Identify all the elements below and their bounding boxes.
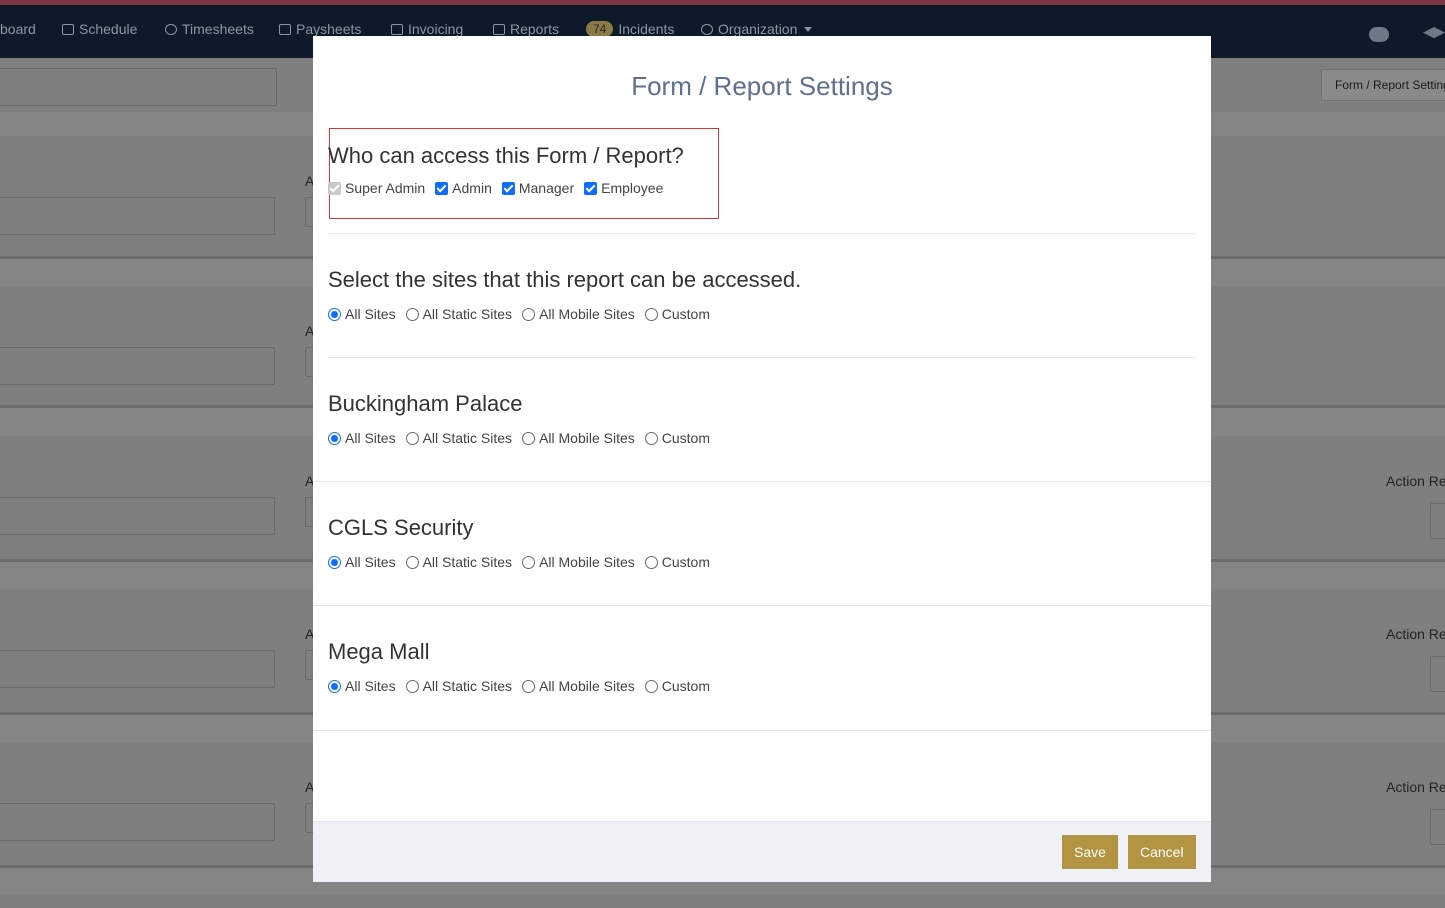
client-heading: Buckingham Palace [328, 391, 523, 416]
super-admin-checkbox [328, 181, 341, 195]
breadcrumb: Form / Report Settings [1321, 69, 1445, 101]
bg-field-input[interactable] [0, 650, 275, 688]
bg-action-label: Action Re [1386, 779, 1445, 795]
nav-schedule[interactable]: Schedule [62, 21, 137, 37]
client-section-mega-mall: Mega Mall All Sites All Static Sites All… [328, 639, 1196, 694]
bg-action-label: Action Re [1386, 626, 1445, 642]
radio-all-mobile-sites[interactable]: All Mobile Sites [522, 554, 635, 570]
report-settings-modal: Form / Report Settings Who can access th… [313, 36, 1211, 882]
client-section-buckingham-palace: Buckingham Palace All Sites All Static S… [328, 391, 1196, 446]
role-super-admin: Super Admin [328, 180, 425, 196]
role-employee[interactable]: Employee [584, 180, 663, 196]
bg-field-input[interactable] [0, 497, 275, 535]
chat-icon[interactable] [1369, 27, 1389, 42]
radio-all-static-sites[interactable]: All Static Sites [405, 306, 512, 322]
radio-button[interactable] [644, 307, 658, 321]
nav-paysheets[interactable]: Paysheets [279, 21, 361, 37]
role-checkbox-group: Super Admin Admin Manager Employee [328, 180, 1196, 196]
site-radio-group: All Sites All Static Sites All Mobile Si… [328, 430, 1196, 446]
radio-button[interactable] [522, 431, 536, 445]
manager-checkbox[interactable] [501, 181, 515, 195]
table-icon [493, 23, 505, 35]
radio-button[interactable] [405, 307, 419, 321]
bg-field-input[interactable] [0, 197, 275, 235]
nav-reports[interactable]: Reports [493, 21, 559, 37]
client-heading: Mega Mall [328, 639, 430, 664]
radio-button[interactable] [328, 679, 341, 693]
radio-button[interactable] [644, 555, 658, 569]
radio-all-mobile-sites[interactable]: All Mobile Sites [522, 430, 635, 446]
section-divider [328, 357, 1196, 358]
incidents-count-badge: 74 [586, 21, 614, 37]
radio-button[interactable] [522, 307, 536, 321]
radio-button[interactable] [522, 679, 536, 693]
radio-button[interactable] [328, 307, 341, 321]
role-admin[interactable]: Admin [435, 180, 492, 196]
bg-action-label: Action Re [1386, 473, 1445, 489]
section-divider [313, 605, 1211, 606]
radio-button[interactable] [405, 555, 419, 569]
radio-all-mobile-sites[interactable]: All Mobile Sites [522, 306, 635, 322]
radio-button[interactable] [405, 431, 419, 445]
bg-field-input[interactable] [0, 803, 275, 841]
nav-incidents[interactable]: 74 Incidents [586, 21, 674, 37]
site-radio-group: All Sites All Static Sites All Mobile Si… [328, 554, 1196, 570]
save-button[interactable]: Save [1062, 835, 1118, 869]
access-section: Who can access this Form / Report? Super… [328, 143, 1196, 196]
radio-all-static-sites[interactable]: All Static Sites [405, 430, 512, 446]
bg-action-input[interactable] [1430, 656, 1445, 692]
cancel-button[interactable]: Cancel [1128, 835, 1196, 869]
site-access-section: Select the sites that this report can be… [328, 267, 1196, 322]
money-icon [279, 23, 291, 35]
graduation-cap-icon[interactable] [1423, 27, 1445, 39]
nav-invoicing[interactable]: Invoicing [391, 21, 463, 37]
radio-button[interactable] [644, 679, 658, 693]
access-heading: Who can access this Form / Report? [328, 143, 684, 168]
calendar-icon [62, 23, 74, 35]
invoice-icon [391, 23, 403, 35]
radio-all-sites[interactable]: All Sites [328, 430, 396, 446]
nav-organization[interactable]: Organization [701, 21, 813, 37]
radio-custom[interactable]: Custom [644, 430, 710, 446]
client-section-cgls-security: CGLS Security All Sites All Static Sites… [328, 515, 1196, 570]
radio-button[interactable] [328, 431, 341, 445]
client-heading: CGLS Security [328, 515, 474, 540]
radio-button[interactable] [522, 555, 536, 569]
radio-button[interactable] [328, 555, 341, 569]
modal-footer: Save Cancel [313, 821, 1211, 882]
radio-all-sites[interactable]: All Sites [328, 554, 396, 570]
bg-field-input[interactable] [0, 347, 275, 385]
radio-all-sites[interactable]: All Sites [328, 678, 396, 694]
admin-checkbox[interactable] [435, 181, 449, 195]
radio-custom[interactable]: Custom [644, 678, 710, 694]
section-divider [313, 481, 1211, 482]
section-divider [313, 730, 1211, 731]
site-radio-group: All Sites All Static Sites All Mobile Si… [328, 306, 1196, 322]
nav-timesheets[interactable]: Timesheets [165, 21, 254, 37]
radio-all-mobile-sites[interactable]: All Mobile Sites [522, 678, 635, 694]
employee-checkbox[interactable] [584, 181, 598, 195]
radio-button[interactable] [644, 431, 658, 445]
modal-title: Form / Report Settings [631, 71, 893, 101]
bg-search-input[interactable] [0, 68, 277, 106]
chevron-down-icon [804, 26, 813, 32]
users-icon [701, 23, 713, 35]
site-radio-group: All Sites All Static Sites All Mobile Si… [328, 678, 1196, 694]
nav-dashboard[interactable]: board [0, 21, 36, 37]
radio-all-sites[interactable]: All Sites [328, 306, 396, 322]
section-divider [328, 233, 1196, 234]
radio-all-static-sites[interactable]: All Static Sites [405, 678, 512, 694]
radio-all-static-sites[interactable]: All Static Sites [405, 554, 512, 570]
bg-action-input[interactable] [1430, 503, 1445, 539]
clock-icon [165, 23, 177, 35]
radio-button[interactable] [405, 679, 419, 693]
bg-action-input[interactable] [1430, 809, 1445, 845]
role-manager[interactable]: Manager [501, 180, 574, 196]
site-access-heading: Select the sites that this report can be… [328, 267, 802, 292]
radio-custom[interactable]: Custom [644, 554, 710, 570]
radio-custom[interactable]: Custom [644, 306, 710, 322]
